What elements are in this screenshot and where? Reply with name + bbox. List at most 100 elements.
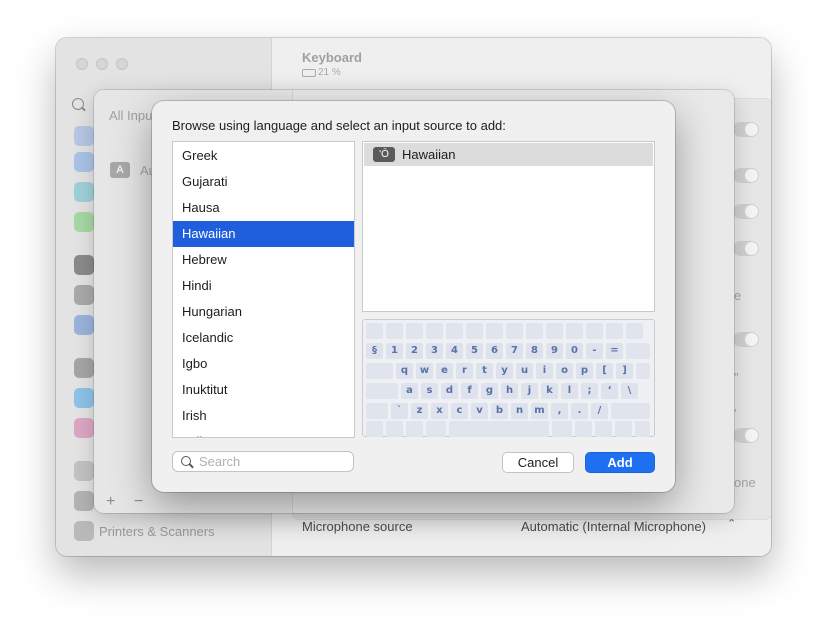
- keyboard-key: 1: [386, 343, 403, 359]
- keyboard-key-blank: [636, 363, 650, 379]
- keyboard-key-blank: [586, 323, 603, 339]
- cancel-button[interactable]: Cancel: [502, 452, 574, 473]
- input-source-badge: A: [110, 162, 130, 178]
- search-icon: [181, 456, 191, 466]
- language-item[interactable]: Hindi: [173, 273, 354, 299]
- toggle-4[interactable]: [733, 241, 759, 256]
- language-item[interactable]: Hebrew: [173, 247, 354, 273]
- keyboard-key-blank: [626, 323, 643, 339]
- add-source-button[interactable]: +: [106, 493, 115, 511]
- keyboard-key: d: [441, 383, 458, 399]
- keyboard-preview: § 1 2 3 4 5 6 7 8 9 0- = q w e r t y u i o p[] a s d f g h j k l; ʻ \ ` z x…: [362, 319, 655, 437]
- keyboard-key-blank: [566, 323, 583, 339]
- keyboard-key: ,: [551, 403, 568, 419]
- toggle-1[interactable]: [733, 122, 759, 137]
- remove-source-button[interactable]: −: [134, 493, 143, 511]
- toggle-5[interactable]: [733, 332, 759, 347]
- keyboard-key: p: [576, 363, 593, 379]
- keyboard-key: t: [476, 363, 493, 379]
- language-item[interactable]: Gujarati: [173, 169, 354, 195]
- done-button[interactable]: one: [734, 475, 756, 490]
- minimize-window-button[interactable]: [96, 58, 108, 70]
- dialog-prompt: Browse using language and select an inpu…: [172, 118, 506, 133]
- keyboard-key-blank: [546, 323, 563, 339]
- input-source-label: Hawaiian: [402, 147, 456, 162]
- microphone-source-label: Microphone source: [302, 519, 413, 534]
- add-input-source-dialog: Browse using language and select an inpu…: [152, 101, 675, 492]
- at-sign-icon[interactable]: [74, 388, 94, 408]
- sidebar-item-printers[interactable]: Printers & Scanners: [99, 524, 215, 539]
- users-icon[interactable]: [74, 315, 94, 335]
- language-item[interactable]: Greek: [173, 143, 354, 169]
- trackpad-icon[interactable]: [74, 491, 94, 511]
- language-list[interactable]: Greek Gujarati Hausa Hawaiian Hebrew Hindi Hun…: [172, 141, 355, 438]
- keyboard-key: q: [396, 363, 413, 379]
- keyboard-key: r: [456, 363, 473, 379]
- keyboard-key-blank: [386, 421, 403, 437]
- microphone-source-select[interactable]: Automatic (Internal Microphone): [521, 519, 706, 534]
- key-icon[interactable]: [74, 358, 94, 378]
- keyboard-key: w: [416, 363, 433, 379]
- dropdown-1[interactable]: e: [734, 288, 741, 303]
- keyboard-key: j: [521, 383, 538, 399]
- toggle-6[interactable]: [733, 428, 759, 443]
- keyboard-key: b: [491, 403, 508, 419]
- keyboard-key-blank: [526, 323, 543, 339]
- search-input[interactable]: [199, 453, 347, 470]
- lock-icon-2[interactable]: [74, 285, 94, 305]
- printer-icon[interactable]: [74, 521, 94, 541]
- language-item[interactable]: Inuktitut: [173, 377, 354, 403]
- add-button[interactable]: Add: [585, 452, 655, 473]
- language-item[interactable]: Hausa: [173, 195, 354, 221]
- language-item[interactable]: Italian: [173, 429, 354, 437]
- sidebar-icon-4[interactable]: [74, 212, 94, 232]
- keyboard-key-blank: [486, 323, 503, 339]
- input-sources-header: All Inpu: [109, 108, 153, 123]
- sidebar-icon-2[interactable]: [74, 152, 94, 172]
- lock-icon[interactable]: [74, 255, 94, 275]
- keyboard-key: m: [531, 403, 548, 419]
- language-item[interactable]: Igbo: [173, 351, 354, 377]
- zoom-window-button[interactable]: [116, 58, 128, 70]
- keyboard-key: l: [561, 383, 578, 399]
- battery-icon: [302, 69, 316, 77]
- game-center-icon[interactable]: [74, 418, 94, 438]
- keyboard-key: ]: [616, 363, 633, 379]
- language-item[interactable]: Hawaiian: [173, 221, 354, 247]
- hawaiian-input-icon: 'Ō: [373, 147, 395, 162]
- sidebar-icon-1[interactable]: [74, 126, 94, 146]
- search-field[interactable]: [172, 451, 354, 472]
- keyboard-key-blank: [449, 421, 549, 437]
- keyboard-key: `: [391, 403, 408, 419]
- close-window-button[interactable]: [76, 58, 88, 70]
- keyboard-key: =: [606, 343, 623, 359]
- keyboard-key: a: [401, 383, 418, 399]
- sidebar-icon-3[interactable]: [74, 182, 94, 202]
- language-item[interactable]: Hungarian: [173, 299, 354, 325]
- keyboard-key-blank: [446, 323, 463, 339]
- keyboard-key: e: [436, 363, 453, 379]
- keyboard-key-blank: [366, 421, 383, 437]
- input-source-row[interactable]: 'Ō Hawaiian: [364, 143, 653, 166]
- dropdown-3[interactable]: ': [734, 406, 736, 421]
- keyboard-key-blank: [635, 421, 650, 437]
- keyboard-key: .: [571, 403, 588, 419]
- keyboard-key: u: [516, 363, 533, 379]
- keyboard-key: [: [596, 363, 613, 379]
- toggle-2[interactable]: [733, 168, 759, 183]
- keyboard-key: k: [541, 383, 558, 399]
- keyboard-key-blank: [626, 343, 650, 359]
- keyboard-key-blank: [366, 403, 388, 419]
- language-item[interactable]: Icelandic: [173, 325, 354, 351]
- keyboard-icon[interactable]: [74, 461, 94, 481]
- language-item[interactable]: Irish: [173, 403, 354, 429]
- keyboard-key: h: [501, 383, 518, 399]
- dropdown-2[interactable]: ": [734, 370, 739, 385]
- toggle-3[interactable]: [733, 204, 759, 219]
- keyboard-key-blank: [366, 383, 398, 399]
- page-title: Keyboard: [302, 50, 362, 65]
- keyboard-key: 9: [546, 343, 563, 359]
- input-source-list[interactable]: 'Ō Hawaiian: [362, 141, 655, 312]
- keyboard-key: \: [621, 383, 638, 399]
- keyboard-key: i: [536, 363, 553, 379]
